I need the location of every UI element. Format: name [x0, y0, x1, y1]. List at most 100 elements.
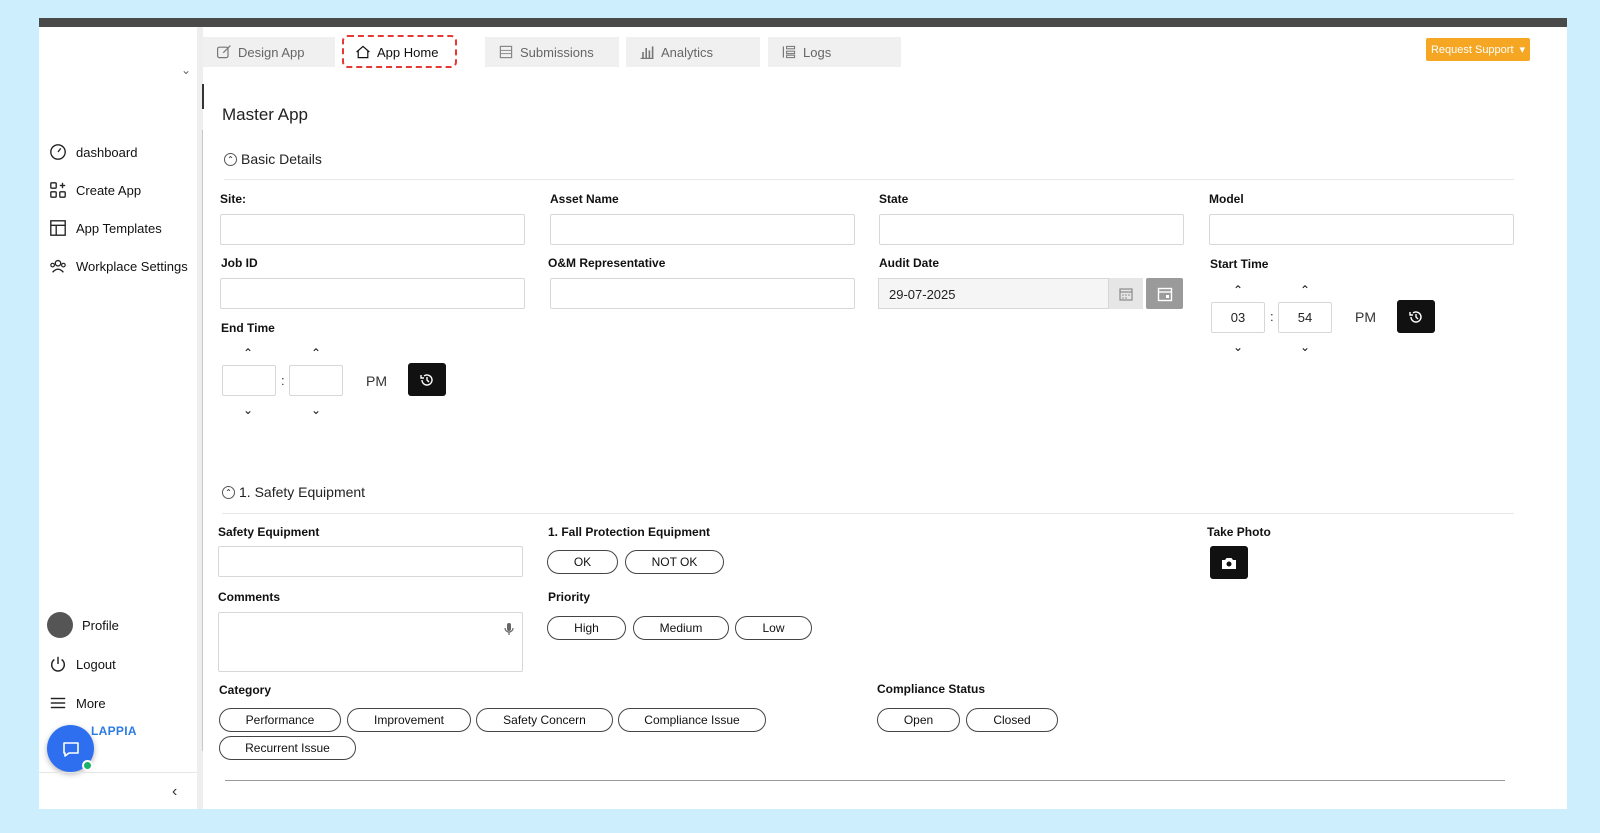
start-minute-up-icon[interactable]: ⌃ — [1295, 284, 1315, 296]
start-time-now-button[interactable] — [1397, 300, 1435, 333]
sidebar-item-label: App Templates — [76, 220, 162, 236]
fall-protection-label: 1. Fall Protection Equipment — [548, 525, 711, 539]
priority-option-high[interactable]: High — [547, 616, 626, 640]
time-separator: : — [281, 373, 285, 388]
take-photo-button[interactable] — [1210, 546, 1248, 579]
online-indicator — [82, 760, 93, 771]
team-icon — [50, 259, 66, 273]
fall-option-ok[interactable]: OK — [547, 550, 618, 574]
calendar-icon[interactable] — [1108, 278, 1143, 309]
camera-icon — [1222, 557, 1236, 569]
microphone-icon[interactable] — [504, 622, 514, 636]
category-option-compliance-issue[interactable]: Compliance Issue — [618, 708, 766, 732]
state-label: State — [879, 192, 909, 206]
asset-name-label: Asset Name — [550, 192, 619, 206]
sidebar-item-label: Create App — [76, 182, 142, 198]
section-divider — [222, 513, 1514, 514]
start-hour-down-icon[interactable]: ⌄ — [1228, 341, 1248, 353]
request-support-label: Request Support — [1430, 43, 1514, 56]
tab-label: Design App — [238, 44, 305, 60]
history-icon — [420, 373, 433, 386]
start-hour-up-icon[interactable]: ⌃ — [1228, 284, 1248, 296]
chat-button[interactable] — [47, 725, 94, 772]
tab-bar: Design App App Home Submissions Analytic… — [203, 27, 1567, 68]
calendar-today-icon — [1157, 287, 1172, 301]
model-label: Model — [1209, 192, 1244, 206]
end-minute-up-icon[interactable]: ⌃ — [306, 347, 326, 359]
collapse-icon: ⌃ — [222, 485, 235, 499]
site-label: Site: — [220, 192, 247, 206]
sidebar-item-workplace-settings[interactable]: Workplace Settings — [49, 257, 188, 275]
end-hour-input[interactable] — [222, 365, 276, 396]
om-representative-input[interactable] — [550, 278, 855, 309]
sidebar-item-more[interactable]: More — [49, 694, 106, 712]
category-option-performance[interactable]: Performance — [219, 708, 341, 732]
fall-option-not-ok[interactable]: NOT OK — [625, 550, 724, 574]
tab-design-app[interactable]: Design App — [203, 37, 335, 67]
comments-label: Comments — [218, 590, 281, 604]
end-time-now-button[interactable] — [408, 363, 446, 396]
end-time-label: End Time — [221, 321, 275, 335]
start-time-label: Start Time — [1210, 257, 1269, 271]
tab-app-home[interactable]: App Home — [342, 35, 480, 68]
sidebar-item-dashboard[interactable]: dashboard — [49, 143, 137, 161]
sidebar-item-create-app[interactable]: Create App — [49, 181, 141, 199]
end-hour-up-icon[interactable]: ⌃ — [238, 347, 258, 359]
profile-label: Profile — [82, 617, 119, 633]
site-input[interactable] — [220, 214, 525, 245]
job-id-label: Job ID — [221, 256, 258, 270]
start-minute-input[interactable]: 54 — [1278, 302, 1332, 333]
chevron-left-icon[interactable]: ‹ — [172, 783, 177, 801]
start-ampm-toggle[interactable]: PM — [1355, 309, 1376, 325]
priority-label: Priority — [548, 590, 591, 604]
today-date-button[interactable] — [1146, 278, 1183, 309]
safety-equipment-input[interactable] — [218, 546, 523, 577]
section-title: 1. Safety Equipment — [239, 484, 366, 500]
state-input[interactable] — [879, 214, 1184, 245]
sidebar-item-logout[interactable]: Logout — [49, 655, 116, 673]
category-option-improvement[interactable]: Improvement — [347, 708, 471, 732]
chevron-down-icon[interactable]: ⌄ — [181, 63, 191, 77]
apps-add-icon — [50, 182, 66, 198]
sidebar-item-profile[interactable]: Profile — [47, 612, 119, 638]
priority-option-low[interactable]: Low — [735, 616, 812, 640]
comments-textarea[interactable] — [218, 612, 523, 672]
end-minute-down-icon[interactable]: ⌄ — [306, 404, 326, 416]
calendar-grid-icon — [1119, 287, 1133, 301]
priority-option-medium[interactable]: Medium — [633, 616, 729, 640]
sidebar-item-app-templates[interactable]: App Templates — [49, 219, 162, 237]
audit-date-label: Audit Date — [879, 256, 939, 270]
tab-label: Analytics — [661, 44, 714, 60]
start-minute-down-icon[interactable]: ⌄ — [1295, 341, 1315, 353]
end-ampm-toggle[interactable]: PM — [366, 373, 387, 389]
avatar — [47, 612, 73, 638]
section-title: Basic Details — [241, 151, 322, 167]
start-hour-input[interactable]: 03 — [1211, 302, 1265, 333]
job-id-input[interactable] — [220, 278, 525, 309]
more-label: More — [76, 695, 106, 711]
sidebar-divider — [39, 772, 197, 773]
tab-analytics[interactable]: Analytics — [626, 37, 760, 67]
compliance-option-closed[interactable]: Closed — [966, 708, 1058, 732]
page-title: Master App — [222, 105, 308, 124]
section-divider — [224, 179, 1514, 180]
footer-divider — [225, 780, 1505, 781]
end-minute-input[interactable] — [289, 365, 343, 396]
tab-logs[interactable]: Logs — [768, 37, 901, 67]
chat-icon — [62, 741, 79, 757]
main-content: Design App App Home Submissions Analytic… — [203, 27, 1567, 809]
om-representative-label: O&M Representative — [548, 256, 666, 270]
compliance-option-open[interactable]: Open — [877, 708, 960, 732]
end-hour-down-icon[interactable]: ⌄ — [238, 404, 258, 416]
sidebar-item-label: Workplace Settings — [76, 258, 188, 274]
section-safety-equipment[interactable]: ⌃ 1. Safety Equipment — [222, 484, 365, 500]
audit-date-input[interactable]: 29-07-2025 — [878, 278, 1143, 309]
category-option-safety-concern[interactable]: Safety Concern — [476, 708, 613, 732]
section-basic-details[interactable]: ⌃ Basic Details — [224, 151, 322, 167]
top-bar — [39, 18, 1567, 27]
asset-name-input[interactable] — [550, 214, 855, 245]
tab-submissions[interactable]: Submissions — [485, 37, 619, 67]
request-support-button[interactable]: Request Support ▾ — [1426, 38, 1530, 61]
model-input[interactable] — [1209, 214, 1514, 245]
category-option-recurrent-issue[interactable]: Recurrent Issue — [219, 736, 356, 760]
